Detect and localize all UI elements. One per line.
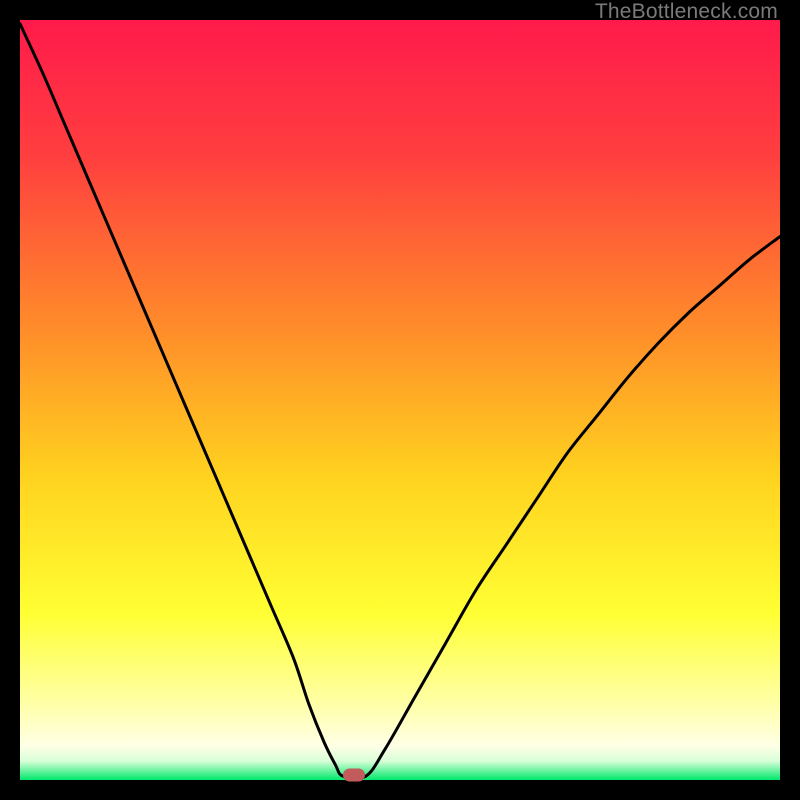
- chart-frame: [20, 20, 780, 780]
- gradient-background: [20, 20, 780, 780]
- watermark-text: TheBottleneck.com: [595, 0, 778, 24]
- optimal-point-marker: [343, 769, 365, 782]
- bottleneck-chart: [20, 20, 780, 780]
